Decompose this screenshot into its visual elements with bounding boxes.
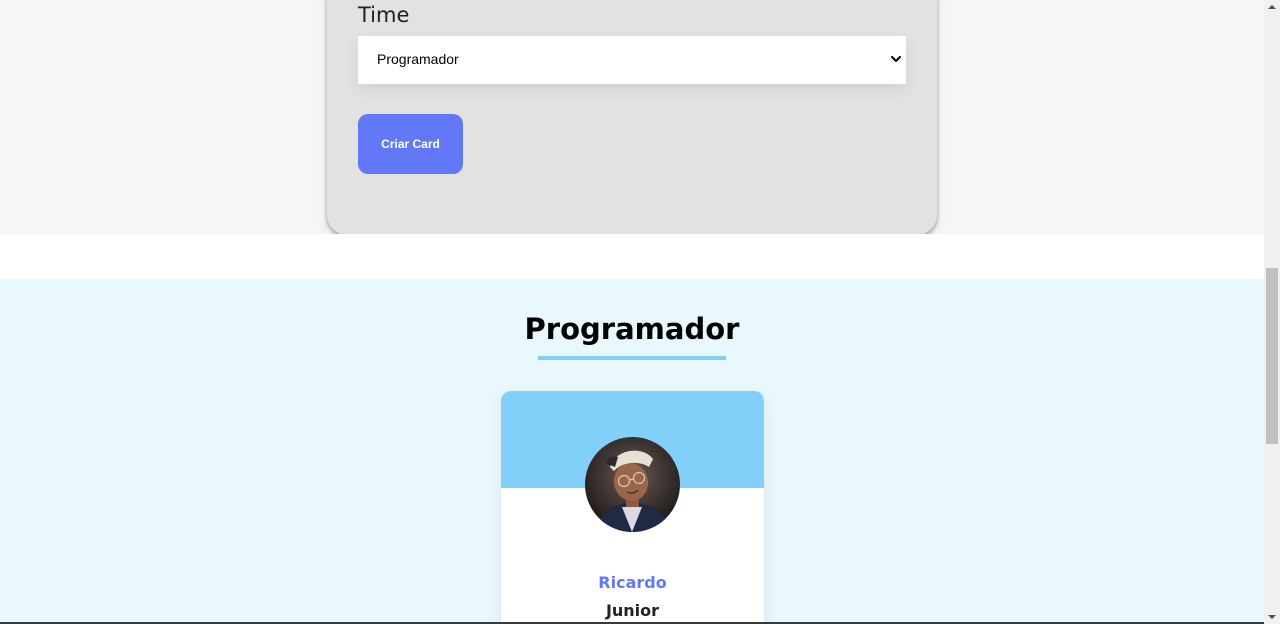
card-form-panel: Time Programador Criar Card	[327, 0, 937, 235]
vertical-scrollbar[interactable]	[1264, 0, 1280, 624]
section-divider	[0, 234, 1264, 279]
collaborator-card: Ricardo Junior	[501, 391, 764, 624]
scrollbar-thumb[interactable]	[1266, 268, 1278, 444]
team-select-value: Programador	[377, 51, 459, 67]
page-content: Time Programador Criar Card Programador	[0, 0, 1264, 624]
scroll-up-arrow-icon[interactable]	[1264, 0, 1280, 14]
create-card-button[interactable]: Criar Card	[358, 114, 463, 174]
card-name: Ricardo	[598, 573, 667, 592]
team-title-underline	[538, 356, 726, 360]
person-avatar-photo	[585, 437, 680, 532]
team-select[interactable]: Programador	[358, 36, 906, 84]
chevron-down-icon	[891, 56, 901, 62]
team-section-programador: Programador Ricardo Junior	[0, 279, 1264, 624]
scroll-down-arrow-icon[interactable]	[1264, 610, 1280, 624]
form-section: Time Programador Criar Card	[0, 0, 1264, 235]
card-role: Junior	[605, 601, 660, 620]
browser-viewport: Time Programador Criar Card Programador	[0, 0, 1280, 624]
team-title: Programador	[524, 312, 740, 346]
team-field-label: Time	[358, 3, 410, 27]
